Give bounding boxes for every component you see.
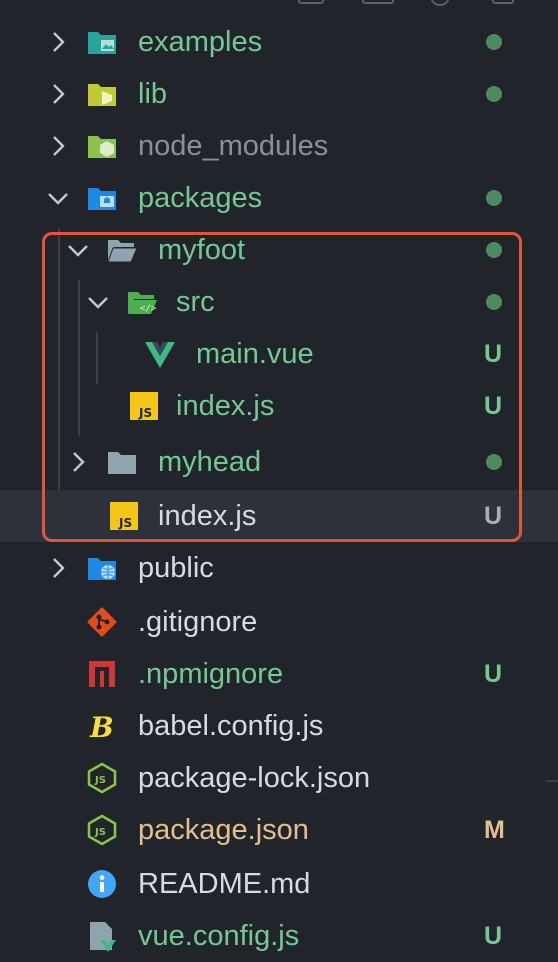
- packages-folder-icon: [88, 188, 116, 210]
- js-icon: JS: [110, 502, 138, 530]
- nodejs-icon: JS: [87, 814, 117, 846]
- tree-item-label: package-lock.json: [138, 762, 371, 794]
- tree-item-label: package.json: [138, 814, 309, 846]
- tree-item-examples[interactable]: examples: [0, 16, 558, 68]
- git-status-badge: U: [484, 660, 503, 688]
- svg-text:JS: JS: [138, 406, 152, 420]
- tree-item-label: public: [138, 552, 214, 584]
- git-status-dot: [486, 242, 502, 258]
- git-status-dot: [486, 294, 502, 310]
- tree-item-label: .npmignore: [138, 658, 284, 690]
- tree-item-gitignore[interactable]: .gitignore: [0, 596, 558, 648]
- src-folder-icon: </>: [128, 292, 157, 314]
- tree-item-main-vue[interactable]: main.vue U: [0, 328, 558, 380]
- tree-item-package-json[interactable]: JS package.json M: [0, 804, 558, 856]
- divider: [546, 780, 558, 782]
- git-status-dot: [486, 190, 502, 206]
- git-icon: [87, 607, 117, 637]
- tree-item-label: main.vue: [196, 338, 314, 370]
- file-explorer: examples lib node_modules packages myfoo…: [0, 0, 558, 956]
- npm-icon: [89, 661, 115, 687]
- tree-item-label: lib: [138, 78, 168, 110]
- new-file-icon[interactable]: [298, 0, 324, 4]
- tree-item-myfoot[interactable]: myfoot: [0, 224, 558, 276]
- tree-item-babel-config[interactable]: B babel.config.js: [0, 700, 558, 752]
- nodejs-icon: JS: [87, 762, 117, 794]
- tree-item-index-js-selected[interactable]: JS index.js U: [0, 490, 558, 542]
- chevron-right-icon[interactable]: [46, 556, 70, 580]
- tree-item-label: index.js: [176, 390, 275, 422]
- folder-open-icon: [107, 240, 138, 263]
- node-modules-folder-icon: [88, 136, 116, 158]
- git-status-dot: [486, 454, 502, 470]
- chevron-down-icon[interactable]: [86, 290, 110, 314]
- tree-item-label: babel.config.js: [138, 710, 324, 742]
- examples-folder-icon: [88, 32, 116, 54]
- public-folder-icon: [88, 558, 116, 580]
- git-status-badge: U: [484, 392, 503, 420]
- git-status-badge: U: [484, 340, 503, 368]
- tree-item-lib[interactable]: lib: [0, 68, 558, 120]
- git-status-badge: U: [484, 502, 503, 530]
- chevron-right-icon[interactable]: [46, 134, 70, 158]
- git-status-badge: M: [484, 816, 505, 844]
- tree-item-index-js[interactable]: JS index.js U: [0, 380, 558, 432]
- tree-item-label: README.md: [138, 868, 311, 900]
- tree-item-readme[interactable]: README.md: [0, 858, 558, 910]
- tree-item-label: src: [176, 286, 215, 318]
- vue-icon: [145, 342, 175, 368]
- js-icon: JS: [130, 392, 158, 420]
- svg-text:JS: JS: [94, 775, 106, 786]
- chevron-right-icon[interactable]: [46, 30, 70, 54]
- chevron-down-icon[interactable]: [66, 238, 90, 262]
- explorer-toolbar: [0, 0, 558, 10]
- chevron-down-icon[interactable]: [46, 186, 70, 210]
- vue-config-icon: [90, 922, 116, 952]
- chevron-right-icon[interactable]: [66, 450, 90, 474]
- tree-item-npmignore[interactable]: .npmignore U: [0, 648, 558, 700]
- svg-text:</>: </>: [140, 304, 157, 314]
- refresh-icon[interactable]: [430, 0, 450, 6]
- tree-item-package-lock[interactable]: JS package-lock.json: [0, 752, 558, 804]
- tree-item-label: myfoot: [158, 234, 246, 266]
- collapse-all-icon[interactable]: [492, 0, 514, 4]
- tree-item-label: packages: [138, 182, 263, 214]
- tree-item-public[interactable]: public: [0, 542, 558, 594]
- lib-folder-icon: [88, 84, 116, 106]
- tree-item-label: .gitignore: [138, 606, 258, 638]
- git-status-dot: [486, 34, 502, 50]
- svg-text:JS: JS: [118, 516, 132, 530]
- new-folder-icon[interactable]: [362, 0, 394, 4]
- tree-item-label: examples: [138, 26, 263, 58]
- info-icon: [88, 870, 116, 898]
- babel-icon: B: [89, 711, 114, 742]
- folder-icon: [108, 452, 136, 474]
- tree-item-label: index.js: [158, 500, 257, 532]
- tree-item-packages[interactable]: packages: [0, 172, 558, 224]
- svg-text:B: B: [89, 711, 114, 742]
- tree-item-label: myhead: [158, 446, 262, 478]
- tree-item-label: node_modules: [138, 130, 329, 162]
- tree-item-node-modules[interactable]: node_modules: [0, 120, 558, 172]
- chevron-right-icon[interactable]: [46, 82, 70, 106]
- git-status-badge: U: [484, 922, 503, 950]
- tree-item-myhead[interactable]: myhead: [0, 436, 558, 488]
- svg-text:JS: JS: [94, 827, 106, 838]
- git-status-dot: [486, 86, 502, 102]
- tree-item-label: vue.config.js: [138, 920, 300, 952]
- tree-item-src[interactable]: </> src: [0, 276, 558, 328]
- tree-item-vue-config[interactable]: vue.config.js U: [0, 910, 558, 962]
